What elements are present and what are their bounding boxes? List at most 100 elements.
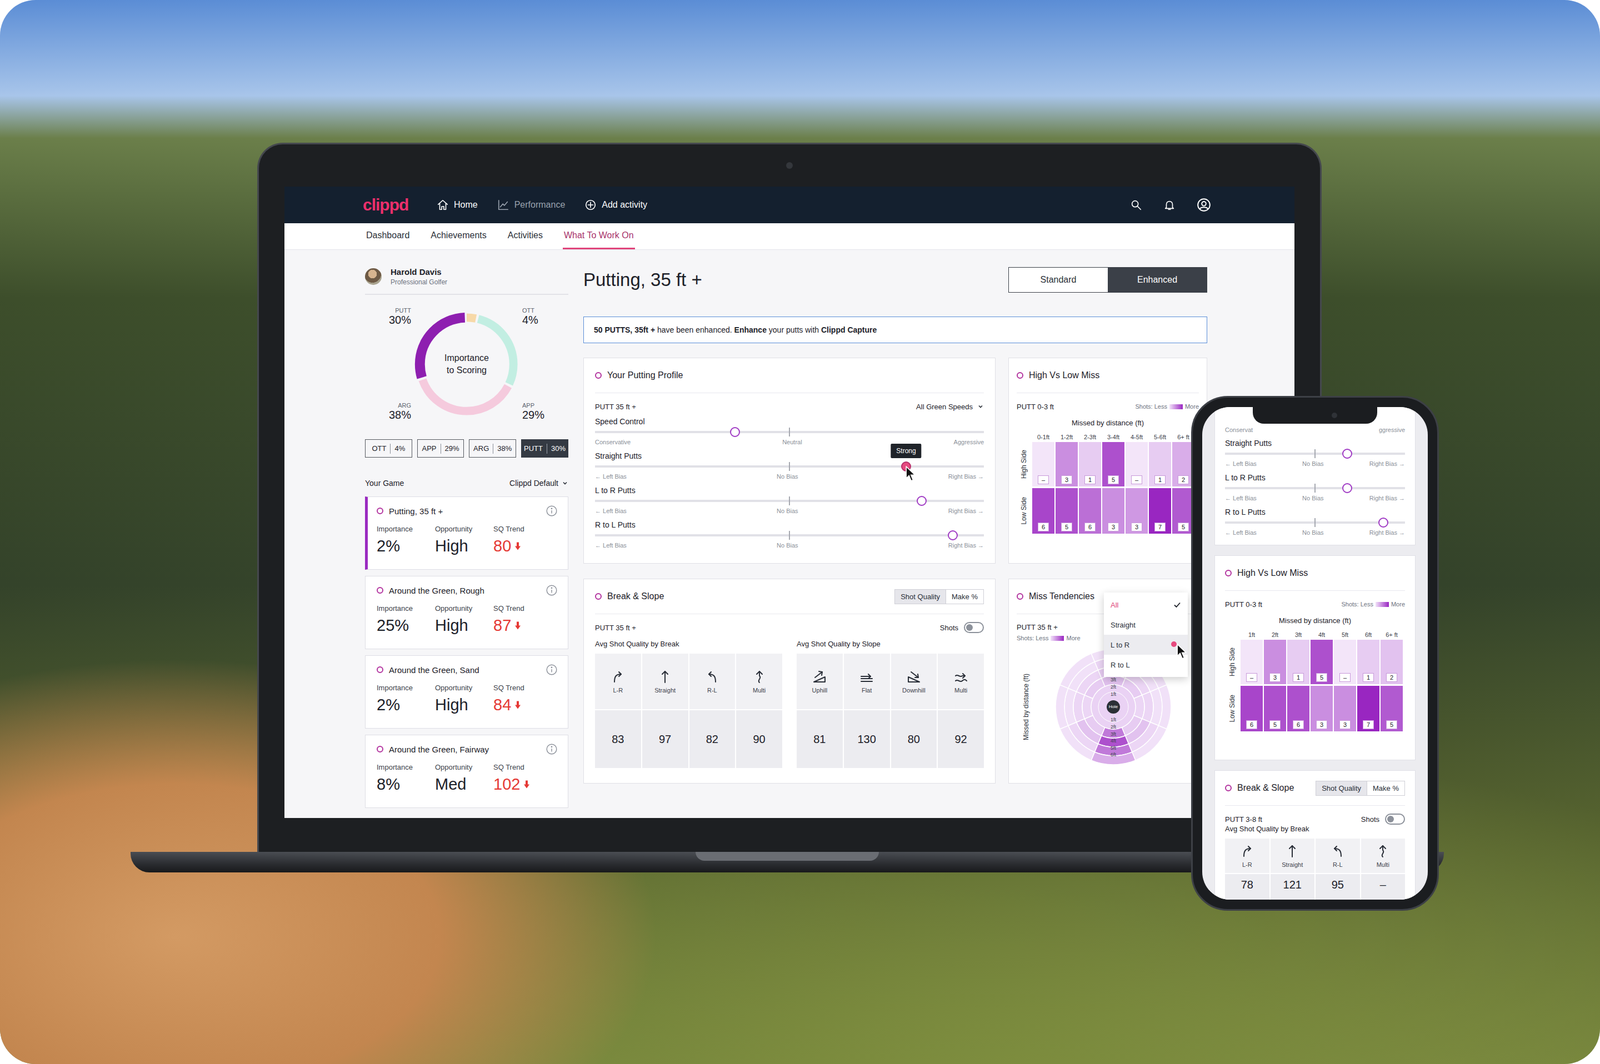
bias-slider: L to R Putts← Left BiasNo BiasRight Bias… [1225,472,1405,503]
heatmap-cell[interactable]: – [1032,442,1055,487]
user-icon[interactable] [1196,197,1212,213]
quality-value: 80 [891,710,938,769]
nav-item[interactable]: Performance [497,198,566,212]
menu-item[interactable]: L to R [1103,635,1188,655]
svg-text:Hole: Hole [1108,704,1119,710]
heatmap-cell[interactable]: – [1125,442,1148,487]
heatmap-cell[interactable]: 2 [1380,640,1403,685]
slider-handle[interactable]: Strong [901,461,912,472]
heatmap-cell[interactable]: 7 [1357,686,1380,732]
heatmap-cell[interactable]: 5 [1310,640,1333,685]
menu-item[interactable]: All [1103,595,1188,615]
polar-cell[interactable] [1132,726,1167,761]
heatmap-cell[interactable]: 5 [1380,686,1403,732]
mode-button[interactable]: Enhanced [1107,267,1207,293]
slider-track[interactable]: Strong [595,461,984,473]
menu-item[interactable]: R to L [1103,655,1188,675]
polar-cell[interactable] [1060,726,1095,761]
category-chip[interactable]: ARG38% [468,439,517,458]
camera-icon [786,162,793,169]
slider-handle[interactable] [730,427,740,438]
slider-handle[interactable] [947,530,958,541]
mode-button[interactable]: Standard [1008,267,1108,293]
heatmap-cell[interactable]: 5 [1055,488,1078,534]
phone-screen: ConservatggressiveStraight Putts← Left B… [1202,407,1428,900]
bullet-icon [376,587,384,594]
heatmap-cell[interactable]: 6 [1078,488,1102,534]
focus-card[interactable]: Around the Green, RoughImportanceOpportu… [365,576,569,650]
category-chip[interactable]: APP29% [417,439,465,458]
polar-cell[interactable] [1133,695,1145,720]
slider-handle[interactable] [916,496,927,507]
slider-track[interactable] [1225,517,1405,529]
heatmap-cell[interactable]: 6 [1032,488,1055,534]
heatmap-cell[interactable]: 5 [1102,442,1125,487]
donut-segment[interactable] [420,317,514,412]
sub-tab[interactable]: Activities [506,223,544,250]
sub-tab[interactable]: Achievements [429,223,488,250]
heatmap-cell[interactable]: 3 [1125,488,1148,534]
slider-track[interactable] [595,426,984,438]
sub-tab[interactable]: Dashboard [365,223,411,250]
shots-switch[interactable] [963,622,984,634]
metric-button[interactable]: Shot Quality [895,590,946,604]
nav-item[interactable]: Home [436,198,478,212]
polar-cell[interactable] [1082,695,1093,720]
focus-card[interactable]: Around the Green, SandImportanceOpportun… [365,655,569,729]
quality-group: Avg Shot Quality by BreakL-RStraightR-LM… [595,640,783,769]
nav-item[interactable]: Add activity [584,198,648,212]
slider-handle[interactable] [1342,448,1353,459]
heatmap-cell[interactable]: 1 [1078,442,1102,487]
focus-card[interactable]: Around the Green, FairwayImportanceOppor… [365,735,569,809]
logo[interactable]: clippd [362,195,419,215]
metric-button[interactable]: Shot Quality [1316,781,1367,796]
heatmap-cell[interactable]: 1 [1287,640,1310,685]
heatmap-cell[interactable]: 1 [1148,442,1172,487]
polar-cell[interactable] [1158,685,1172,730]
quality-header: Multi [937,653,984,710]
info-icon[interactable] [545,505,558,518]
heatmap-cell[interactable]: 6 [1287,686,1310,732]
polar-cell[interactable] [1060,653,1095,689]
category-chip[interactable]: OTT4% [365,439,413,458]
your-game: Your GameClippd Default [365,478,569,488]
heatmap-cell[interactable]: 3 [1310,686,1333,732]
slider-track[interactable] [1225,448,1405,460]
heatmap-cell[interactable]: 3 [1102,488,1125,534]
chevron-down-icon [561,480,569,487]
slider-track[interactable] [595,530,984,542]
info-icon[interactable] [545,663,558,677]
game-filter[interactable]: Clippd Default [509,478,569,488]
break-icon [1330,843,1345,859]
heatmap-cell[interactable]: 3 [1263,640,1287,685]
polar-cell[interactable] [1055,685,1069,730]
slider-track[interactable] [595,495,984,507]
heatmap-cell[interactable]: 7 [1148,488,1172,534]
shots-switch[interactable] [1385,813,1405,825]
heatmap-cell[interactable]: – [1333,640,1357,685]
focus-card[interactable]: Putting, 35 ft +ImportanceOpportunitySQ … [365,496,569,570]
category-chip[interactable]: PUTT30% [521,439,569,458]
metric-button[interactable]: Make % [1366,781,1405,796]
heatmap-cell[interactable]: 1 [1357,640,1380,685]
sub-tab[interactable]: What To Work On [562,223,635,250]
menu-item[interactable]: Straight [1103,615,1188,635]
search-icon[interactable] [1130,198,1143,212]
bell-icon[interactable] [1163,198,1176,212]
donut-segment[interactable] [420,317,514,412]
donut-segment[interactable] [420,317,514,412]
donut-segment[interactable] [420,317,514,412]
heatmap-cell[interactable]: – [1240,640,1263,685]
heatmap-cell[interactable]: 5 [1263,686,1287,732]
green-speed-filter[interactable]: All Green Speeds [916,402,984,412]
heatmap-cell[interactable]: 3 [1333,686,1357,732]
metric-button[interactable]: Make % [945,590,984,604]
slider-handle[interactable] [1378,517,1389,528]
slider-handle[interactable] [1342,483,1353,494]
info-icon[interactable] [545,743,558,756]
heatmap-cell[interactable]: 6 [1240,686,1263,732]
polar-cell[interactable] [1091,752,1136,765]
slider-track[interactable] [1225,482,1405,494]
heatmap-cell[interactable]: 3 [1055,442,1078,487]
info-icon[interactable] [545,584,558,597]
